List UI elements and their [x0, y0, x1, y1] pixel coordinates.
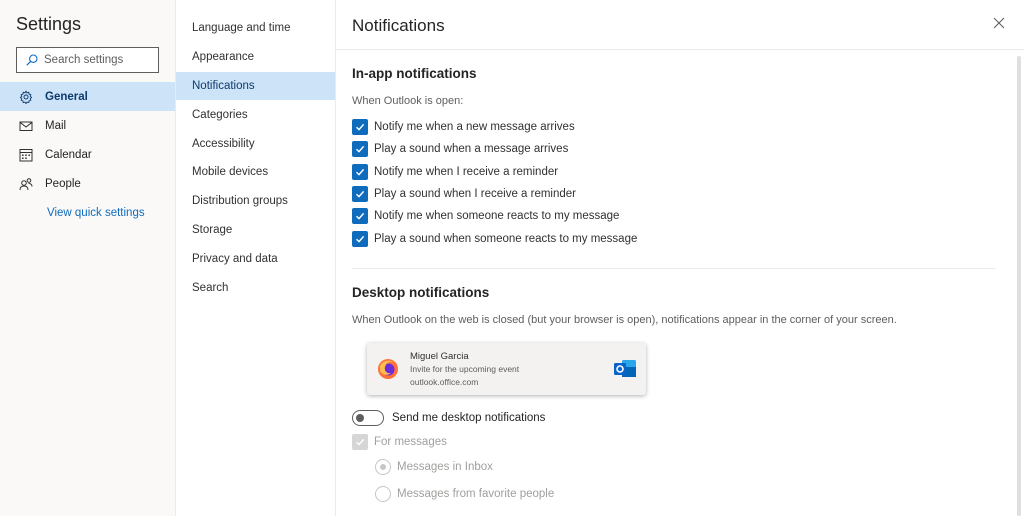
subnav-item-mobile-devices[interactable]: Mobile devices [176, 158, 335, 187]
nav-item-people[interactable]: People [0, 169, 175, 198]
pane-scrollbar[interactable] [1017, 56, 1021, 516]
checkbox-notify-reaction[interactable]: Notify me when someone reacts to my mess… [352, 208, 619, 224]
checkbox-checked-icon [352, 231, 368, 247]
page-title: Notifications [352, 16, 445, 35]
radio-empty-icon [375, 486, 391, 502]
subnav-item-notifications[interactable]: Notifications [176, 71, 335, 101]
in-app-hint: When Outlook is open: [352, 95, 464, 107]
subnav-item-categories[interactable]: Categories [176, 100, 335, 129]
desktop-heading: Desktop notifications [352, 285, 490, 300]
subnav-item-distribution-groups[interactable]: Distribution groups [176, 187, 335, 216]
radio-messages-in-inbox[interactable]: Messages in Inbox [375, 459, 493, 475]
checkbox-checked-icon [352, 164, 368, 180]
outlook-icon [614, 360, 636, 377]
toggle-label: Send me desktop notifications [392, 412, 546, 424]
radio-label: Messages from favorite people [397, 488, 555, 500]
checkbox-checked-icon [352, 119, 368, 135]
checkbox-label: Play a sound when a message arrives [374, 143, 569, 155]
nav-item-label: General [45, 90, 88, 103]
in-app-heading: In-app notifications [352, 66, 477, 81]
section-divider [352, 268, 996, 269]
subnav-item-language-and-time[interactable]: Language and time [176, 14, 335, 43]
desktop-notifications-toggle[interactable]: Send me desktop notifications [352, 410, 545, 426]
checkbox-notify-new-message[interactable]: Notify me when a new message arrives [352, 119, 575, 135]
preview-source: outlook.office.com [410, 377, 479, 387]
subnav-item-privacy-and-data[interactable]: Privacy and data [176, 244, 335, 273]
checkbox-notify-reminder[interactable]: Notify me when I receive a reminder [352, 164, 558, 180]
desktop-hint: When Outlook on the web is closed (but y… [352, 314, 897, 326]
close-icon[interactable] [992, 16, 1006, 30]
checkbox-checked-icon [352, 186, 368, 202]
desktop-notification-preview: Miguel Garcia Invite for the upcoming ev… [367, 343, 646, 395]
radio-label: Messages in Inbox [397, 461, 493, 473]
preview-message: Invite for the upcoming event [410, 364, 520, 374]
checkbox-label: Notify me when a new message arrives [374, 121, 575, 133]
mail-icon [19, 119, 33, 133]
nav-item-label: Calendar [45, 148, 92, 161]
preview-sender: Miguel Garcia [410, 351, 469, 362]
radio-messages-from-favorites[interactable]: Messages from favorite people [375, 486, 554, 502]
checkbox-sound-new-message[interactable]: Play a sound when a message arrives [352, 141, 568, 157]
settings-title: Settings [16, 14, 82, 34]
checkbox-label: Play a sound when I receive a reminder [374, 188, 576, 200]
checkbox-checked-icon [352, 141, 368, 157]
subnav-item-appearance[interactable]: Appearance [176, 43, 335, 72]
header-divider [336, 49, 1024, 50]
calendar-icon [19, 148, 33, 162]
general-subnav: Language and time Appearance Notificatio… [176, 0, 336, 516]
nav-item-label: Mail [45, 119, 67, 132]
view-quick-settings-link[interactable]: View quick settings [47, 207, 145, 219]
checkbox-sound-reminder[interactable]: Play a sound when I receive a reminder [352, 186, 576, 202]
subnav-list: Language and time Appearance Notificatio… [176, 14, 335, 302]
notifications-pane: Notifications In-app notifications When … [336, 0, 1024, 516]
subnav-item-search[interactable]: Search [176, 273, 335, 302]
checkbox-label: Notify me when I receive a reminder [374, 166, 559, 178]
search-icon [26, 54, 38, 66]
subnav-item-accessibility[interactable]: Accessibility [176, 129, 335, 158]
checkbox-label: Notify me when someone reacts to my mess… [374, 210, 620, 222]
checkbox-label: Play a sound when someone reacts to my m… [374, 233, 638, 245]
checkbox-for-messages[interactable]: For messages [352, 434, 447, 450]
search-settings-input[interactable] [44, 54, 144, 66]
search-settings-box[interactable] [16, 47, 159, 73]
checkbox-checked-icon [352, 434, 368, 450]
nav-item-label: People [45, 177, 81, 190]
settings-sidebar: Settings General Mail Calendar [0, 0, 176, 516]
firefox-icon [378, 359, 398, 379]
nav-item-mail[interactable]: Mail [0, 111, 175, 140]
nav-item-calendar[interactable]: Calendar [0, 140, 175, 169]
radio-selected-icon [375, 459, 391, 475]
checkbox-checked-icon [352, 208, 368, 224]
checkbox-label: For messages [374, 436, 447, 448]
checkbox-sound-reaction[interactable]: Play a sound when someone reacts to my m… [352, 231, 637, 247]
subnav-item-storage[interactable]: Storage [176, 216, 335, 245]
people-icon [19, 177, 33, 191]
toggle-switch-off[interactable] [352, 410, 384, 426]
nav-item-general[interactable]: General [0, 82, 175, 111]
gear-icon [19, 89, 33, 104]
settings-nav: General Mail Calendar People [0, 82, 175, 198]
